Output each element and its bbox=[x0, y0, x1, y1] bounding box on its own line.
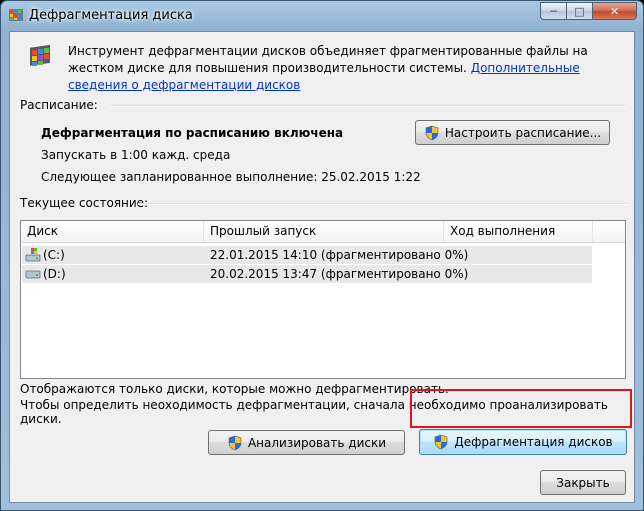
analyze-disks-label: Анализировать диски bbox=[247, 435, 387, 450]
highlight-box bbox=[410, 389, 632, 428]
system-drive-icon bbox=[25, 248, 41, 262]
last-run-cell: 20.02.2015 13:47 (фрагментировано 0%) bbox=[210, 267, 469, 281]
close-window-button[interactable]: ✕ bbox=[593, 2, 637, 20]
defrag-icon bbox=[30, 44, 50, 66]
dialog-content: Инструмент дефрагментации дисков объедин… bbox=[9, 31, 635, 503]
configure-schedule-button[interactable]: Настроить расписание... bbox=[415, 120, 610, 145]
close-button[interactable]: Закрыть bbox=[540, 470, 626, 495]
minimize-icon: ─ bbox=[550, 4, 557, 18]
configure-schedule-label: Настроить расписание... bbox=[444, 125, 602, 140]
current-state-group-label: Текущее состояние: bbox=[20, 196, 149, 210]
last-run-cell: 22.01.2015 14:10 (фрагментировано 0%) bbox=[210, 248, 469, 262]
disk-list[interactable]: Диск Прошлый запуск Ход выполнения (C:) … bbox=[20, 220, 626, 379]
defragment-disks-button[interactable]: Дефрагментация дисков bbox=[419, 429, 627, 455]
title-bar[interactable]: Дефрагментация диска ─ □ ✕ bbox=[1, 1, 643, 31]
column-header-disk[interactable]: Диск bbox=[21, 221, 204, 242]
caption-buttons: ─ □ ✕ bbox=[540, 2, 637, 20]
schedule-status: Дефрагментация по расписанию включена bbox=[41, 126, 344, 140]
uac-shield-icon bbox=[425, 125, 439, 140]
disk-name: (D:) bbox=[43, 267, 66, 281]
current-state-divider bbox=[138, 203, 626, 205]
defrag-app-icon bbox=[9, 9, 23, 21]
analyze-disks-button[interactable]: Анализировать диски bbox=[208, 430, 405, 455]
description-text: Инструмент дефрагментации дисков объедин… bbox=[68, 43, 628, 94]
disk-name: (C:) bbox=[43, 248, 65, 262]
close-icon: ✕ bbox=[609, 4, 620, 18]
defrag-window: Дефрагментация диска ─ □ ✕ Инструмент де… bbox=[0, 0, 644, 511]
drive-icon bbox=[25, 270, 41, 279]
schedule-group-label: Расписание: bbox=[20, 98, 98, 112]
disk-cell: (D:) bbox=[22, 267, 204, 281]
schedule-divider bbox=[110, 105, 626, 107]
close-button-label: Закрыть bbox=[556, 475, 610, 490]
disk-cell: (C:) bbox=[22, 248, 204, 262]
defragment-disks-label: Дефрагментация дисков bbox=[454, 435, 613, 449]
maximize-button[interactable]: □ bbox=[567, 2, 593, 20]
column-header-filler bbox=[593, 221, 625, 242]
disk-list-header: Диск Прошлый запуск Ход выполнения bbox=[21, 221, 625, 243]
column-header-progress[interactable]: Ход выполнения bbox=[444, 221, 593, 242]
schedule-next-run: Следующее запланированное выполнение: 25… bbox=[41, 170, 421, 184]
column-header-last-run[interactable]: Прошлый запуск bbox=[204, 221, 444, 242]
info-line-1: Отображаются только диски, которые можно… bbox=[20, 382, 449, 396]
maximize-icon: □ bbox=[574, 4, 585, 18]
schedule-run-at: Запускать в 1:00 кажд. среда bbox=[41, 148, 231, 162]
uac-shield-icon bbox=[435, 434, 448, 450]
window-title: Дефрагментация диска bbox=[29, 8, 193, 23]
minimize-button[interactable]: ─ bbox=[540, 2, 567, 20]
disk-row-c[interactable]: (C:) 22.01.2015 14:10 (фрагментировано 0… bbox=[22, 246, 592, 264]
disk-row-d[interactable]: (D:) 20.02.2015 13:47 (фрагментировано 0… bbox=[22, 265, 592, 283]
uac-shield-icon bbox=[228, 435, 242, 450]
